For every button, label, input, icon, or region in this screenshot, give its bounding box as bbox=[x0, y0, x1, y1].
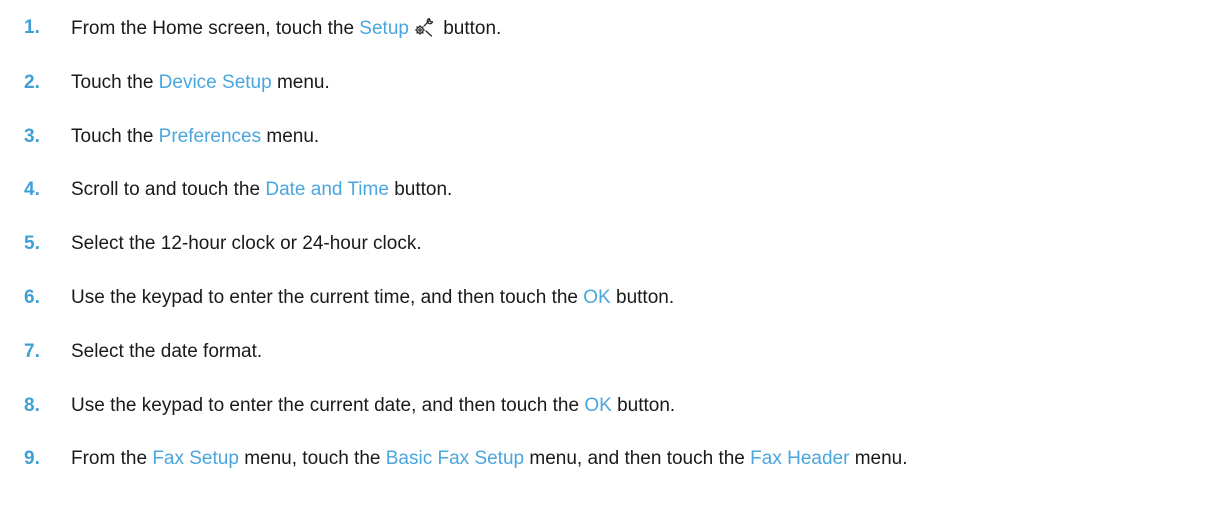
step-text: Touch the Device Setup menu. bbox=[71, 72, 330, 94]
step-text-segment: Scroll to and touch the bbox=[71, 179, 266, 200]
step-text: Use the keypad to enter the current time… bbox=[71, 287, 674, 309]
step-text-segment: From the Home screen, touch the bbox=[71, 18, 360, 39]
step-text: Select the 12-hour clock or 24-hour cloc… bbox=[71, 233, 422, 255]
step-text-segment: button. bbox=[388, 179, 453, 200]
step-text: Scroll to and touch the Date and Time bu… bbox=[71, 179, 452, 201]
step-number: 2. bbox=[24, 72, 40, 93]
step-text-segment: Select the date format. bbox=[71, 341, 263, 362]
step-text-segment: Select the 12-hour clock or 24-hour cloc… bbox=[71, 233, 422, 254]
step-text: Select the date format. bbox=[71, 341, 262, 363]
ui-term-setup: Setup bbox=[359, 18, 409, 39]
step-number: 5. bbox=[24, 233, 40, 254]
step-number: 4. bbox=[24, 179, 40, 200]
step-text-segment: From the bbox=[71, 448, 153, 469]
step-number: 6. bbox=[24, 287, 40, 308]
ui-term-fax-setup: Fax Setup bbox=[152, 448, 239, 469]
step-number: 3. bbox=[24, 126, 40, 147]
step-text-segment: button. bbox=[437, 18, 502, 39]
instruction-steps: 1. From the Home screen, touch the Setup… bbox=[0, 0, 1209, 510]
step-text-segment: Use the keypad to enter the current date… bbox=[71, 395, 585, 416]
ui-term-ok: OK bbox=[583, 287, 611, 308]
step-number: 1. bbox=[24, 17, 40, 38]
step-text-segment: Use the keypad to enter the current time… bbox=[71, 287, 584, 308]
step-text-segment: menu. bbox=[271, 72, 330, 93]
setup-wrench-gear-icon bbox=[413, 16, 435, 38]
ui-term-basic-fax-setup: Basic Fax Setup bbox=[385, 448, 525, 469]
step-number: 7. bbox=[24, 341, 40, 362]
step-text-segment: Touch the bbox=[71, 126, 159, 147]
ui-term-fax-header: Fax Header bbox=[750, 448, 850, 469]
step-text: From the Fax Setup menu, touch the Basic… bbox=[71, 448, 908, 470]
step-text: From the Home screen, touch the Setup bu… bbox=[71, 16, 501, 40]
ui-term-ok: OK bbox=[584, 395, 612, 416]
step-number: 9. bbox=[24, 448, 40, 469]
step-text-segment: menu, touch the bbox=[238, 448, 386, 469]
step-text-segment: menu. bbox=[849, 448, 908, 469]
step-text-segment: menu. bbox=[261, 126, 320, 147]
ui-term-device-setup: Device Setup bbox=[158, 72, 272, 93]
step-text-segment: menu, and then touch the bbox=[524, 448, 751, 469]
step-text: Use the keypad to enter the current date… bbox=[71, 395, 675, 417]
step-text: Touch the Preferences menu. bbox=[71, 126, 319, 148]
ui-term-preferences: Preferences bbox=[158, 126, 262, 147]
step-number: 8. bbox=[24, 395, 40, 416]
ui-term-date-and-time: Date and Time bbox=[265, 179, 389, 200]
step-text-segment: Touch the bbox=[71, 72, 159, 93]
step-text-segment: button. bbox=[611, 395, 676, 416]
step-text-segment: button. bbox=[610, 287, 675, 308]
